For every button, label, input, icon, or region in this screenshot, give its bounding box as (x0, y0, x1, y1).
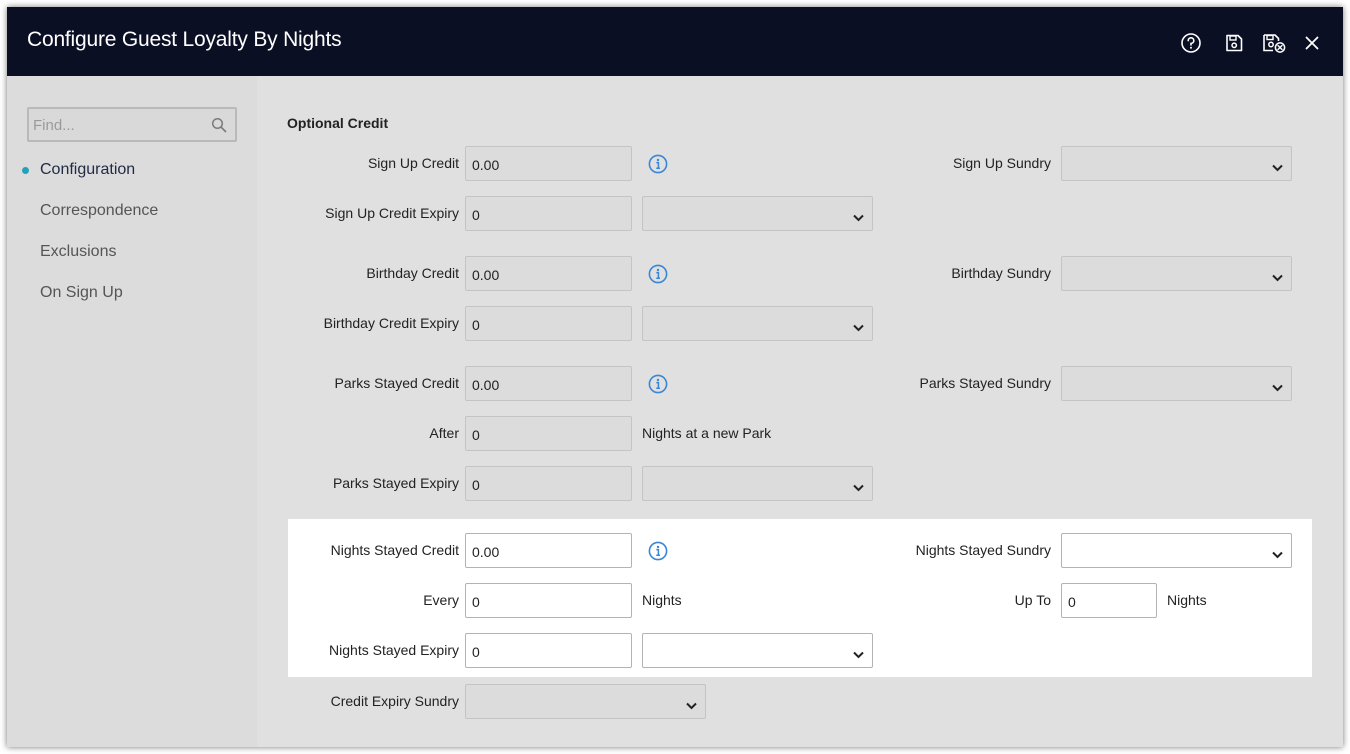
nights-stayed-credit-info-icon[interactable] (648, 541, 668, 561)
title-bar: Configure Guest Loyalty By Nights (7, 7, 1343, 76)
sidebar-item-exclusions[interactable]: Exclusions (40, 243, 116, 261)
up-to-nights-input[interactable] (1061, 583, 1157, 618)
find-box[interactable] (27, 107, 237, 142)
sign-up-credit-expiry-input[interactable] (465, 196, 632, 231)
sidebar-item-on-sign-up[interactable]: On Sign Up (40, 284, 123, 302)
sidebar-item-configuration[interactable]: Configuration (40, 161, 135, 179)
save-and-close-icon[interactable] (1261, 31, 1287, 55)
dialog-window: Configure Guest Loyalty By Nights Config… (7, 7, 1343, 747)
section-title: Optional Credit (287, 115, 389, 131)
chevron-down-icon (1272, 269, 1283, 285)
sign-up-credit-label: Sign Up Credit (367, 155, 459, 171)
birthday-credit-input[interactable] (465, 256, 632, 291)
chevron-down-icon (1272, 379, 1283, 395)
sign-up-credit-input[interactable] (465, 146, 632, 181)
search-icon[interactable] (211, 117, 227, 136)
birthday-sundry-select[interactable] (1061, 256, 1292, 291)
birthday-credit-expiry-unit-select[interactable] (642, 306, 873, 341)
sign-up-credit-expiry-unit-select[interactable] (642, 196, 873, 231)
chevron-down-icon (1272, 159, 1283, 175)
credit-expiry-sundry-label: Credit Expiry Sundry (330, 693, 459, 709)
nights-stayed-sundry-select[interactable] (1061, 533, 1292, 568)
credit-expiry-sundry-select[interactable] (465, 684, 706, 719)
after-nights-suffix: Nights at a new Park (642, 425, 772, 441)
save-icon[interactable] (1221, 31, 1247, 55)
up-to-label: Up To (1014, 592, 1051, 608)
nights-stayed-sundry-label: Nights Stayed Sundry (915, 542, 1051, 558)
every-label: Every (423, 592, 459, 608)
nights-stayed-expiry-unit-select[interactable] (642, 633, 873, 668)
nights-stayed-expiry-label: Nights Stayed Expiry (329, 642, 459, 658)
sidebar: Configuration Correspondence Exclusions … (7, 76, 257, 747)
search-input[interactable] (33, 113, 205, 137)
nights-stayed-credit-label: Nights Stayed Credit (330, 542, 459, 558)
after-label: After (429, 425, 459, 441)
up-to-nights-suffix: Nights (1167, 592, 1207, 608)
birthday-sundry-label: Birthday Sundry (951, 265, 1051, 281)
after-nights-input[interactable] (465, 416, 632, 451)
parks-stayed-expiry-unit-select[interactable] (642, 466, 873, 501)
sign-up-sundry-label: Sign Up Sundry (952, 155, 1051, 171)
chevron-down-icon (853, 479, 864, 495)
birthday-credit-info-icon[interactable] (648, 264, 668, 284)
parks-stayed-credit-input[interactable] (465, 366, 632, 401)
every-nights-input[interactable] (465, 583, 632, 618)
chevron-down-icon (1272, 546, 1283, 562)
parks-stayed-expiry-input[interactable] (465, 466, 632, 501)
sign-up-sundry-select[interactable] (1061, 146, 1292, 181)
birthday-credit-expiry-label: Birthday Credit Expiry (323, 315, 459, 331)
sign-up-credit-info-icon[interactable] (648, 154, 668, 174)
help-icon[interactable] (1178, 31, 1204, 55)
birthday-credit-label: Birthday Credit (366, 265, 459, 281)
chevron-down-icon (686, 697, 697, 713)
sidebar-item-correspondence[interactable]: Correspondence (40, 202, 158, 220)
nights-stayed-credit-input[interactable] (465, 533, 632, 568)
parks-stayed-sundry-label: Parks Stayed Sundry (919, 375, 1051, 391)
parks-stayed-credit-label: Parks Stayed Credit (334, 375, 460, 391)
parks-stayed-expiry-label: Parks Stayed Expiry (332, 475, 459, 491)
main-content: Optional Credit Sign Up Credit Sign Up S… (257, 76, 1343, 747)
parks-stayed-credit-info-icon[interactable] (648, 374, 668, 394)
parks-stayed-sundry-select[interactable] (1061, 366, 1292, 401)
every-nights-suffix: Nights (642, 592, 682, 608)
birthday-credit-expiry-input[interactable] (465, 306, 632, 341)
chevron-down-icon (853, 319, 864, 335)
nights-stayed-panel: Nights Stayed Credit Nights Stayed Sundr… (288, 519, 1312, 677)
close-icon[interactable] (1299, 31, 1325, 55)
chevron-down-icon (853, 209, 864, 225)
active-indicator-dot (22, 167, 29, 174)
nights-stayed-expiry-input[interactable] (465, 633, 632, 668)
chevron-down-icon (853, 646, 864, 662)
window-title: Configure Guest Loyalty By Nights (27, 28, 342, 51)
sign-up-credit-expiry-label: Sign Up Credit Expiry (325, 205, 459, 221)
